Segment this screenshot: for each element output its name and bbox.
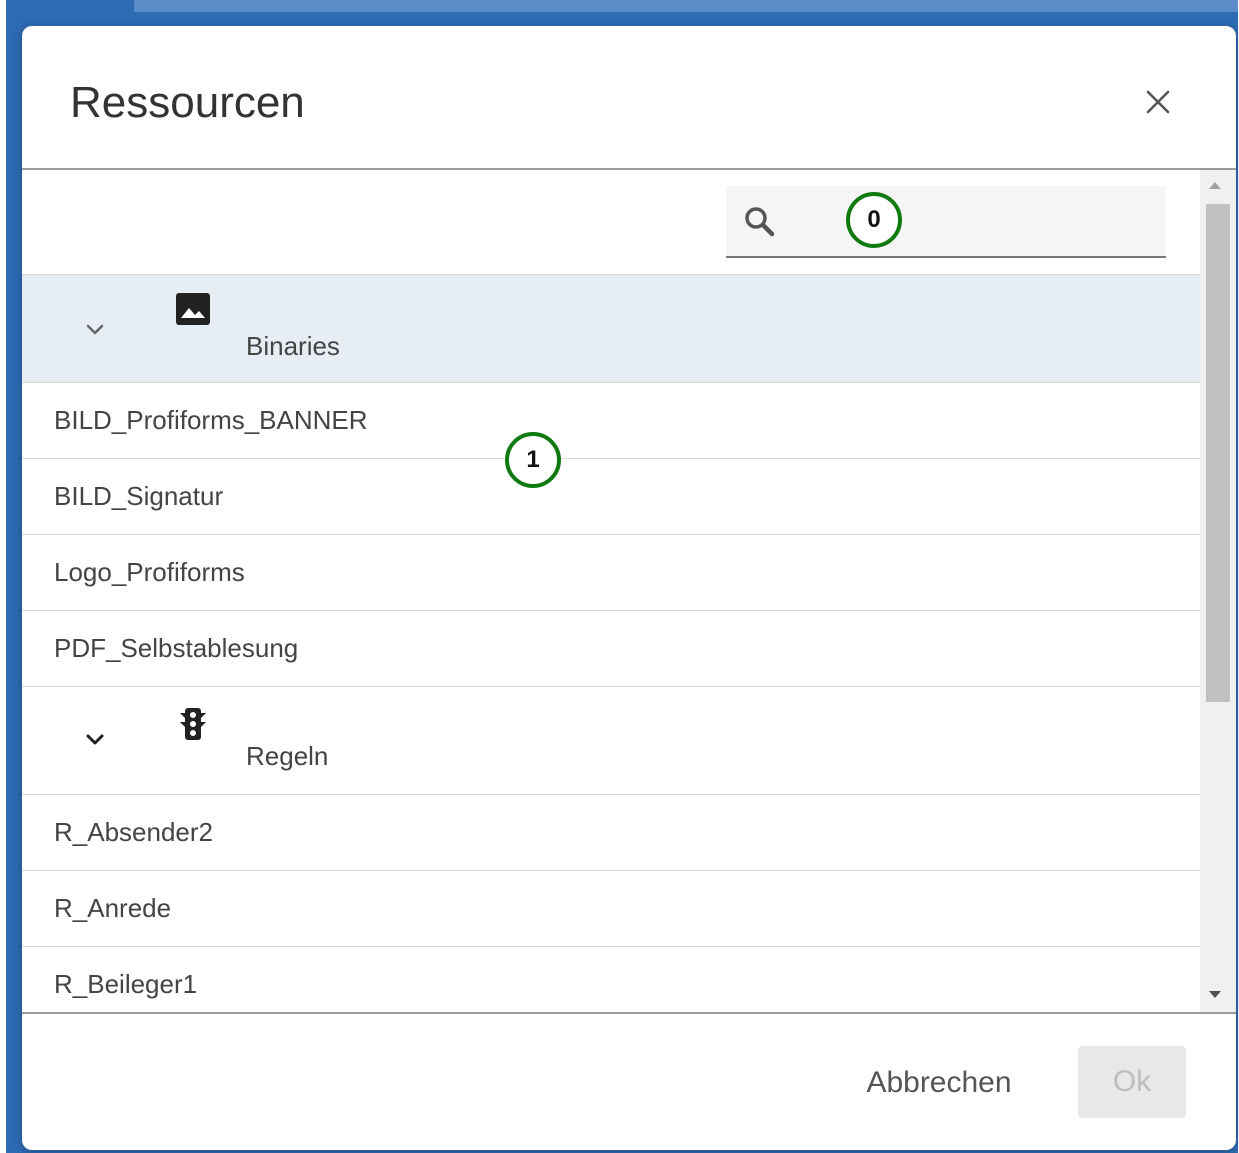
- list-item[interactable]: Logo_Profiforms: [22, 535, 1200, 611]
- resource-list: Binaries BILD_Profiforms_BANNER BILD_Sig…: [22, 275, 1200, 1012]
- ok-button[interactable]: Ok: [1078, 1046, 1186, 1118]
- resources-dialog: Ressourcen 0 Binaries BILD_Profiforms_BA…: [22, 26, 1236, 1150]
- chevron-down-icon[interactable]: [82, 727, 108, 753]
- scroll-down-arrow-icon[interactable]: [1209, 991, 1221, 998]
- search-icon: [745, 207, 775, 237]
- list-item-label: BILD_Profiforms_BANNER: [54, 405, 368, 435]
- scroll-up-arrow-icon[interactable]: [1209, 182, 1221, 189]
- list-item[interactable]: R_Beileger1: [22, 947, 1200, 1012]
- chevron-down-icon[interactable]: [82, 317, 108, 343]
- close-button[interactable]: [1142, 86, 1174, 118]
- list-item-label: R_Anrede: [54, 893, 172, 923]
- list-item-label: R_Absender2: [54, 817, 213, 847]
- annotation-badge-1: 1: [505, 432, 561, 488]
- scrollbar-thumb[interactable]: [1206, 204, 1230, 702]
- dialog-body: 0 Binaries BILD_Profiforms_BANNER BILD_S…: [22, 170, 1236, 1012]
- list-item[interactable]: R_Anrede: [22, 871, 1200, 947]
- close-icon: [1146, 90, 1170, 114]
- list-item[interactable]: R_Absender2: [22, 795, 1200, 871]
- list-item[interactable]: BILD_Signatur: [22, 459, 1200, 535]
- list-item-label: PDF_Selbstablesung: [54, 633, 299, 663]
- group-label-binaries: Binaries: [246, 331, 340, 361]
- dialog-header: Ressourcen: [22, 26, 1236, 170]
- dialog-footer: Abbrechen Ok: [22, 1012, 1236, 1150]
- dialog-title: Ressourcen: [70, 78, 305, 127]
- group-label-regeln: Regeln: [246, 741, 329, 771]
- list-item[interactable]: PDF_Selbstablesung: [22, 611, 1200, 687]
- list-item-label: R_Beileger1: [54, 969, 198, 999]
- group-header-regeln[interactable]: Regeln: [22, 687, 1200, 795]
- search-row: 0: [22, 170, 1200, 275]
- scrollbar[interactable]: [1200, 170, 1236, 1012]
- list-item-label: BILD_Signatur: [54, 481, 224, 511]
- traffic-light-icon: [180, 708, 206, 740]
- annotation-badge-0: 0: [846, 192, 902, 248]
- list-item-label: Logo_Profiforms: [54, 557, 245, 587]
- group-header-binaries[interactable]: Binaries: [22, 275, 1200, 383]
- image-icon: [176, 293, 210, 325]
- search-field[interactable]: [726, 186, 1166, 258]
- list-item[interactable]: BILD_Profiforms_BANNER: [22, 383, 1200, 459]
- app-header-strip: [134, 0, 1238, 12]
- cancel-button[interactable]: Abbrechen: [844, 1048, 1034, 1118]
